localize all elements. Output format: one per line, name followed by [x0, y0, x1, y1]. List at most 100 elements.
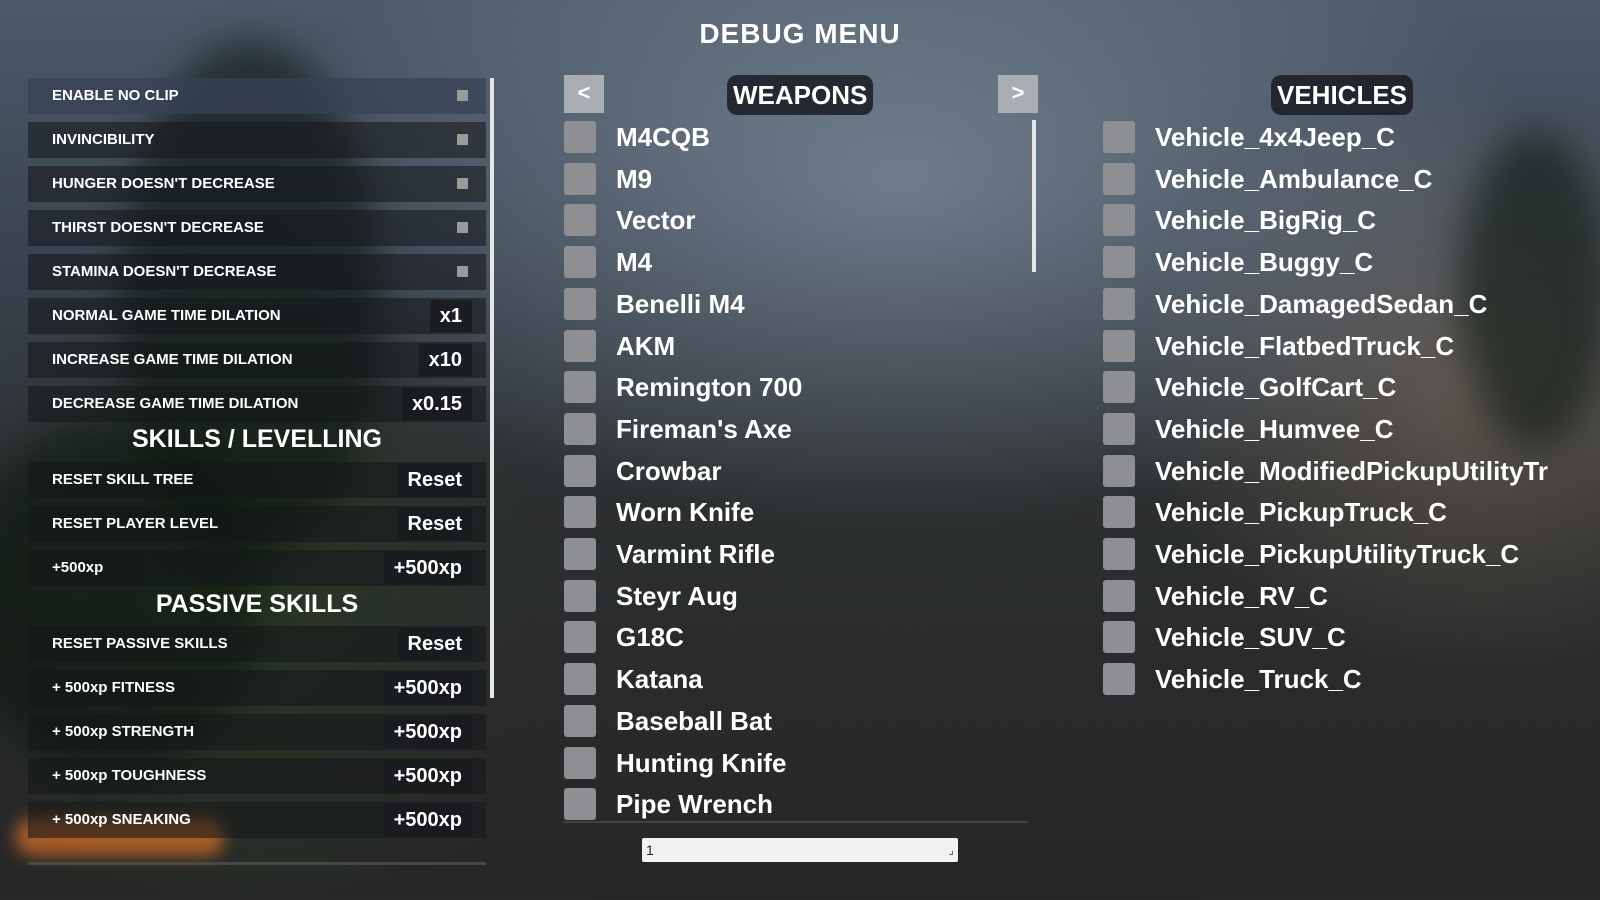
option-label: INCREASE GAME TIME DILATION: [52, 351, 293, 368]
weapon-item-label: Katana: [616, 664, 703, 695]
spawn-checkbox[interactable]: [1103, 287, 1135, 320]
option-add-xp: +500xp +500xp: [28, 550, 486, 586]
vehicle-item-label: Vehicle_FlatbedTruck_C: [1155, 330, 1455, 361]
spawn-checkbox[interactable]: [564, 246, 596, 279]
option-label: HUNGER DOESN'T DECREASE: [52, 175, 275, 192]
spawn-checkbox[interactable]: [564, 579, 596, 612]
next-page-button[interactable]: >: [998, 75, 1038, 113]
xp-sneaking-button[interactable]: +500xp: [383, 804, 472, 836]
option-label: NORMAL GAME TIME DILATION: [52, 307, 281, 324]
spawn-checkbox[interactable]: [1103, 412, 1135, 445]
weapon-item-label: Vector: [616, 205, 696, 236]
spawn-checkbox[interactable]: [1103, 496, 1135, 529]
time-dilation-x1-button[interactable]: x1: [429, 300, 472, 332]
spawn-checkbox[interactable]: [1103, 162, 1135, 195]
toggle-checkbox[interactable]: [457, 90, 468, 101]
spawn-checkbox[interactable]: [1103, 371, 1135, 404]
option-label: +500xp: [52, 559, 104, 576]
weapon-item-label: Pipe Wrench: [616, 789, 774, 820]
vehicle-item-label: Vehicle_Truck_C: [1155, 664, 1362, 695]
spawn-checkbox[interactable]: [1103, 579, 1135, 612]
weapons-heading: WEAPONS: [727, 75, 874, 115]
vehicles-heading: VEHICLES: [1271, 75, 1414, 115]
option-xp-sneaking: + 500xp SNEAKING +500xp: [28, 802, 486, 838]
toggle-checkbox[interactable]: [457, 178, 468, 189]
menu-title: DEBUG MENU: [699, 18, 901, 49]
spawn-checkbox[interactable]: [1103, 621, 1135, 654]
vehicle-item-label: Vehicle_DamagedSedan_C: [1155, 288, 1488, 319]
option-hunger[interactable]: HUNGER DOESN'T DECREASE: [28, 166, 486, 202]
spawn-checkbox[interactable]: [1103, 246, 1135, 279]
spawn-checkbox[interactable]: [564, 746, 596, 779]
spawn-checkbox[interactable]: [1103, 329, 1135, 362]
spawn-checkbox[interactable]: [564, 454, 596, 487]
weapon-item-label: G18C: [616, 622, 684, 653]
option-label: RESET PASSIVE SKILLS: [52, 635, 228, 652]
spawn-checkbox[interactable]: [564, 371, 596, 404]
prev-page-button[interactable]: <: [564, 75, 604, 113]
weapons-scrollbar[interactable]: [1032, 120, 1036, 272]
option-label: ENABLE NO CLIP: [52, 87, 179, 104]
spawn-checkbox[interactable]: [564, 287, 596, 320]
option-decrease-time-dilation: DECREASE GAME TIME DILATION x0.15: [28, 386, 486, 422]
xp-strength-button[interactable]: +500xp: [383, 716, 472, 748]
time-dilation-x015-button[interactable]: x0.15: [401, 388, 472, 420]
vehicle-item-label: Vehicle_BigRig_C: [1155, 205, 1377, 236]
spawn-checkbox[interactable]: [1103, 538, 1135, 570]
reset-passive-skills-button[interactable]: Reset: [397, 628, 472, 660]
passive-skills-heading: PASSIVE SKILLS: [155, 590, 359, 618]
toggle-checkbox[interactable]: [457, 134, 468, 145]
spawn-checkbox[interactable]: [564, 496, 596, 529]
vehicle-item-label: Vehicle_Buggy_C: [1155, 247, 1374, 278]
vehicle-item-label: Vehicle_ModifiedPickupUtilityTr: [1155, 455, 1548, 486]
xp-fitness-button[interactable]: +500xp: [383, 672, 472, 704]
reset-player-level-button[interactable]: Reset: [397, 508, 472, 540]
spawn-checkbox[interactable]: [1103, 454, 1135, 487]
option-label: RESET PLAYER LEVEL: [52, 515, 219, 532]
vehicle-item-label: Vehicle_GolfCart_C: [1155, 372, 1397, 403]
time-dilation-x10-button[interactable]: x10: [418, 344, 472, 376]
spawn-checkbox[interactable]: [1103, 204, 1135, 237]
spawn-checkbox[interactable]: [564, 538, 596, 570]
option-label: RESET SKILL TREE: [52, 471, 194, 488]
spawn-checkbox[interactable]: [564, 621, 596, 654]
weapon-item-label: Remington 700: [616, 372, 803, 403]
option-invincibility[interactable]: INVINCIBILITY: [28, 122, 486, 158]
left-panel-divider: [28, 862, 486, 865]
add-xp-button[interactable]: +500xp: [383, 552, 472, 584]
spawn-checkbox[interactable]: [564, 329, 596, 362]
xp-toughness-button[interactable]: +500xp: [383, 760, 472, 792]
weapon-item-label: Worn Knife: [616, 497, 755, 528]
page-number-input[interactable]: 1 ⌟: [642, 838, 958, 862]
spawn-checkbox[interactable]: [564, 204, 596, 237]
toggle-checkbox[interactable]: [457, 222, 468, 233]
weapon-item-label: Steyr Aug: [616, 580, 738, 611]
spawn-checkbox[interactable]: [564, 412, 596, 445]
vehicle-item-label: Vehicle_SUV_C: [1155, 622, 1346, 653]
skills-heading: SKILLS / LEVELLING: [131, 425, 382, 453]
option-label: + 500xp SNEAKING: [52, 811, 191, 828]
option-xp-toughness: + 500xp TOUGHNESS +500xp: [28, 758, 486, 794]
option-label: INVINCIBILITY: [52, 131, 155, 148]
spawn-checkbox[interactable]: [1103, 121, 1135, 153]
option-stamina[interactable]: STAMINA DOESN'T DECREASE: [28, 254, 486, 290]
weapon-item-label: M9: [616, 163, 653, 194]
toggle-checkbox[interactable]: [457, 266, 468, 277]
spawn-checkbox[interactable]: [1103, 663, 1135, 696]
option-label: + 500xp FITNESS: [52, 679, 175, 696]
weapons-divider: [563, 821, 1028, 823]
vehicle-item-label: Vehicle_PickupTruck_C: [1155, 497, 1447, 528]
option-thirst[interactable]: THIRST DOESN'T DECREASE: [28, 210, 486, 246]
weapon-item-label: Baseball Bat: [616, 705, 773, 736]
vehicle-item-label: Vehicle_Ambulance_C: [1155, 163, 1433, 194]
option-label: STAMINA DOESN'T DECREASE: [52, 263, 277, 280]
spawn-checkbox[interactable]: [564, 162, 596, 195]
spawn-checkbox[interactable]: [564, 121, 596, 153]
spawn-checkbox[interactable]: [564, 788, 596, 821]
left-panel-scrollbar[interactable]: [490, 78, 494, 698]
spawn-checkbox[interactable]: [564, 704, 596, 737]
reset-skill-tree-button[interactable]: Reset: [397, 464, 472, 496]
option-enable-no-clip[interactable]: ENABLE NO CLIP: [28, 78, 486, 114]
weapon-item-label: Fireman's Axe: [616, 413, 792, 444]
spawn-checkbox[interactable]: [564, 663, 596, 696]
